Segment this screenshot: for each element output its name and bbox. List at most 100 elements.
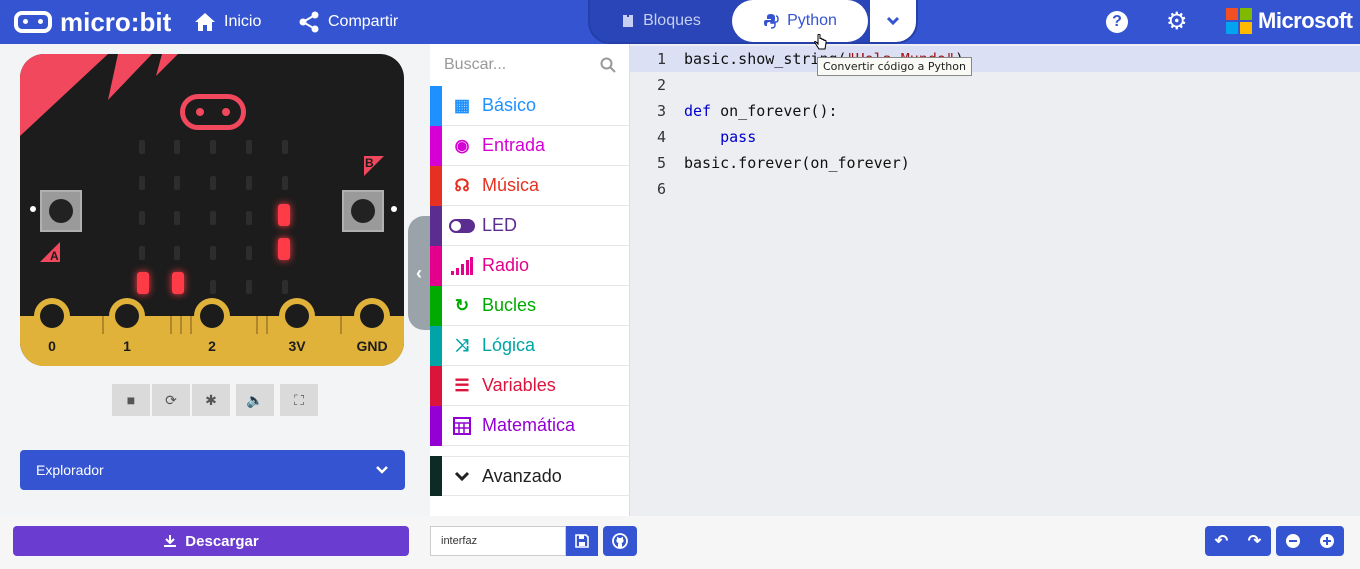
led — [210, 280, 216, 294]
refresh-icon: ↻ — [454, 295, 470, 315]
button-b-label: B — [364, 156, 384, 176]
tab-blocks[interactable]: Bloques — [590, 0, 732, 42]
microbit-logo-icon — [14, 11, 52, 33]
zoom-in-icon — [1320, 534, 1334, 548]
button-b[interactable] — [342, 190, 384, 232]
led — [174, 176, 180, 190]
led — [139, 246, 145, 260]
share-button[interactable]: Compartir — [298, 0, 398, 44]
svg-text:B: B — [365, 156, 374, 170]
led — [174, 246, 180, 260]
led — [139, 211, 145, 225]
explorer-button[interactable]: Explorador — [20, 450, 405, 490]
restart-button[interactable]: ⟳ — [152, 384, 190, 416]
code-line: 6 — [656, 180, 666, 198]
language-dropdown-button[interactable] — [870, 0, 916, 42]
pin-label: 2 — [208, 338, 216, 354]
collapse-simulator-button[interactable]: ‹ — [408, 216, 430, 330]
category-bucles[interactable]: ↻ Bucles — [430, 285, 630, 326]
fullscreen-icon: ⛶ — [294, 391, 304, 408]
category-radio[interactable]: Radio — [430, 245, 630, 286]
led — [139, 176, 145, 190]
category-entrada[interactable]: ◉ Entrada — [430, 125, 630, 166]
led — [174, 140, 180, 154]
project-name-input[interactable] — [430, 526, 566, 556]
home-button[interactable]: Inicio — [194, 0, 261, 44]
led — [246, 176, 252, 190]
debug-button[interactable]: ✱ — [192, 384, 230, 416]
bottom-bar: Descargar ↶ ↷ — [0, 516, 1360, 569]
category-led[interactable]: LED — [430, 205, 630, 246]
pin-1[interactable] — [109, 298, 145, 366]
download-button[interactable]: Descargar — [13, 526, 409, 556]
toolbox-search[interactable]: Buscar... — [430, 44, 630, 86]
tab-python-label: Python — [787, 12, 837, 29]
toolbox: Buscar... ▦ Básico ◉ Entrada ☊ Música LE… — [430, 44, 630, 516]
pin-0[interactable] — [34, 298, 70, 366]
undo-button[interactable]: ↶ — [1205, 526, 1238, 556]
pin-2[interactable] — [194, 298, 230, 366]
simulator-toolbar: ■ ⟳ ✱ 🔈 ⛶ — [112, 384, 318, 416]
zoom-group — [1276, 526, 1344, 556]
button-a[interactable] — [40, 190, 82, 232]
board-hole — [391, 206, 397, 212]
microbit-board[interactable]: A B 0 1 2 3V GND — [20, 54, 404, 366]
fullscreen-button[interactable]: ⛶ — [280, 384, 318, 416]
category-logica[interactable]: ⤨ Lógica — [430, 325, 630, 366]
pin-3v[interactable] — [279, 298, 315, 366]
category-basico[interactable]: ▦ Básico — [430, 85, 630, 126]
board-corner-stripes — [20, 54, 178, 136]
stop-button[interactable]: ■ — [112, 384, 150, 416]
code-line: 4 pass — [656, 128, 757, 146]
github-button[interactable] — [603, 526, 637, 556]
button-a-label: A — [40, 242, 60, 263]
restart-icon: ⟳ — [165, 391, 177, 408]
speaker-icon: 🔈 — [246, 391, 264, 408]
simulator-panel: A B 0 1 2 3V GND ■ ⟳ ✱ 🔈 ⛶ Explorador — [0, 44, 430, 516]
search-input[interactable]: Buscar... — [444, 56, 506, 74]
share-label: Compartir — [328, 13, 399, 30]
pin-gnd[interactable] — [354, 298, 390, 366]
save-button[interactable] — [566, 526, 598, 556]
board-logo-icon — [180, 94, 246, 130]
led-on — [137, 272, 149, 294]
category-matematica[interactable]: Matemática — [430, 405, 630, 446]
grid-icon: ▦ — [453, 95, 471, 115]
microsoft-logo[interactable]: Microsoft — [1226, 8, 1353, 34]
led — [246, 246, 252, 260]
save-icon — [575, 534, 589, 548]
undo-icon: ↶ — [1214, 533, 1229, 550]
home-icon — [195, 13, 215, 31]
microbit-logo[interactable]: micro:bit — [14, 0, 171, 44]
zoom-out-icon — [1286, 534, 1300, 548]
code-line: 1 basic.show_string("Hola Mundo") — [630, 46, 1360, 72]
python-icon — [764, 14, 779, 29]
headphones-icon: ☊ — [454, 175, 470, 195]
help-icon[interactable]: ? — [1106, 11, 1128, 33]
code-line: 5 basic.forever(on_forever) — [656, 154, 910, 172]
download-label: Descargar — [185, 532, 259, 550]
target-icon: ◉ — [454, 135, 470, 155]
code-editor[interactable]: 1 basic.show_string("Hola Mundo") 2 3 de… — [630, 44, 1360, 516]
pin-label: 3V — [288, 338, 306, 354]
mute-button[interactable]: 🔈 — [236, 384, 274, 416]
connector-tick — [180, 316, 182, 334]
pin-label: 0 — [48, 338, 56, 354]
code-line: 3 def on_forever(): — [656, 102, 838, 120]
category-avanzado[interactable]: Avanzado — [430, 456, 630, 496]
svg-text:A: A — [50, 249, 59, 263]
gear-icon[interactable]: ⚙ — [1166, 9, 1188, 35]
category-variables[interactable]: ☰ Variables — [430, 365, 630, 406]
zoom-out-button[interactable] — [1276, 526, 1310, 556]
led — [246, 211, 252, 225]
led — [246, 280, 252, 294]
redo-button[interactable]: ↷ — [1238, 526, 1271, 556]
category-musica[interactable]: ☊ Música — [430, 165, 630, 206]
led-on — [172, 272, 184, 294]
zoom-in-button[interactable] — [1310, 526, 1344, 556]
tab-python[interactable]: Python — [732, 0, 868, 42]
microsoft-grid-icon — [1226, 8, 1252, 34]
led — [210, 140, 216, 154]
undo-redo-group: ↶ ↷ — [1205, 526, 1271, 556]
connector-tick — [190, 316, 192, 334]
